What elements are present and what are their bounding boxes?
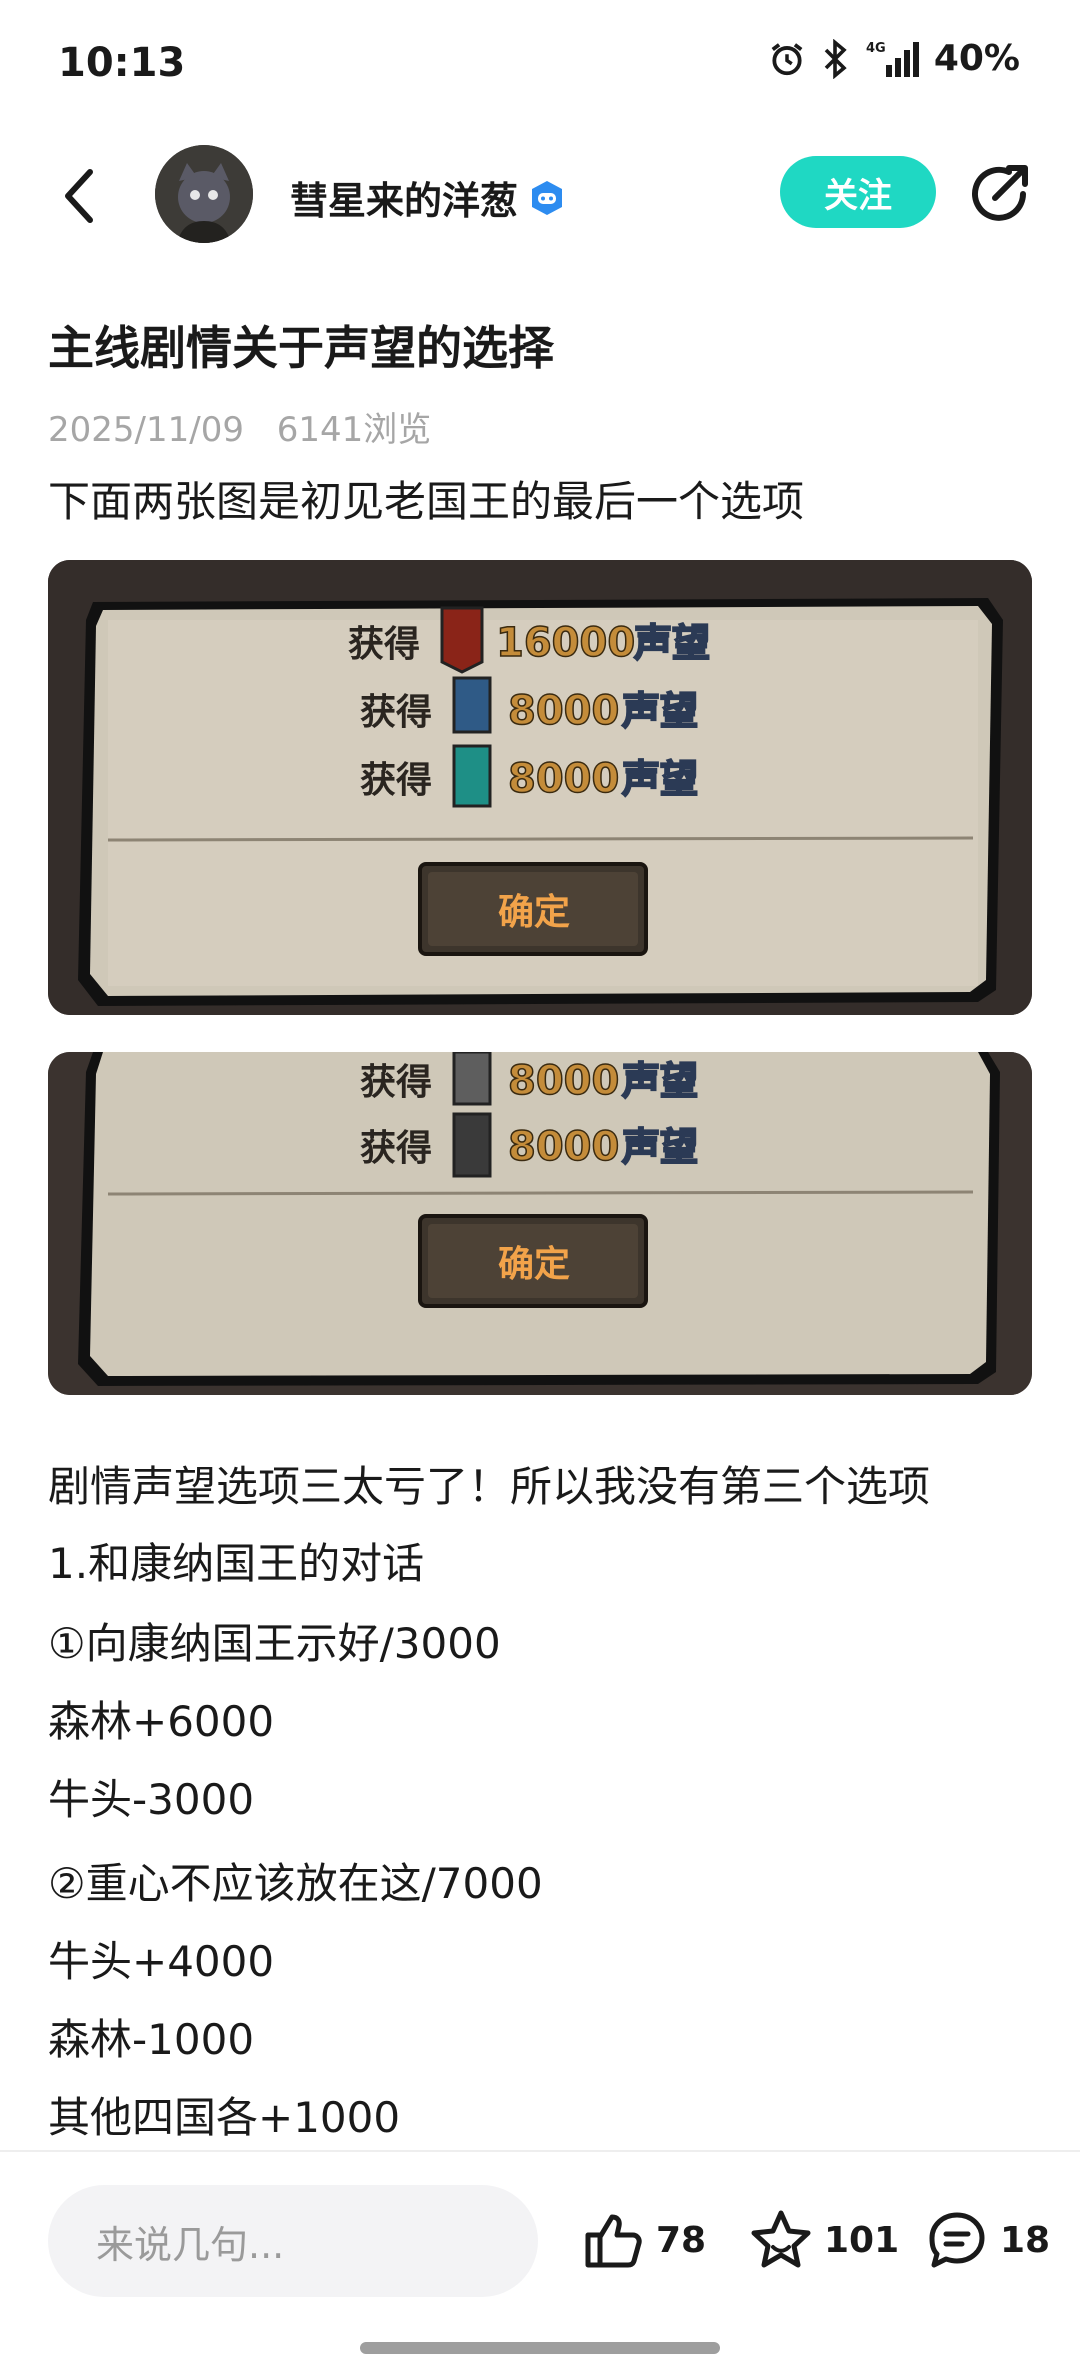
post-paragraph: 其他四国各+1000 bbox=[48, 2093, 401, 2142]
faction-banner-icon bbox=[452, 1052, 492, 1106]
chevron-left-icon bbox=[65, 169, 93, 223]
share-button[interactable] bbox=[965, 158, 1035, 228]
favorite-button[interactable]: 101 bbox=[748, 2207, 899, 2273]
post-image-2[interactable]: 获得 8000 声望 获得 8000 声望 确定 bbox=[48, 1052, 1032, 1395]
bluetooth-icon bbox=[824, 38, 847, 79]
confirm-button-label: 确定 bbox=[498, 1244, 570, 1285]
post-title: 主线剧情关于声望的选择 bbox=[48, 321, 554, 375]
confirm-button-label: 确定 bbox=[498, 892, 570, 933]
svg-text:4G: 4G bbox=[866, 41, 886, 56]
confirm-button[interactable]: 确定 bbox=[418, 862, 648, 956]
post-paragraph: 牛头+4000 bbox=[48, 1937, 275, 1986]
reward-value: 8000 bbox=[508, 1124, 619, 1170]
faction-banner-icon bbox=[452, 1112, 492, 1178]
like-button[interactable]: 78 bbox=[580, 2207, 706, 2273]
author-name[interactable]: 彗星来的洋葱 bbox=[290, 170, 566, 225]
post-paragraph: ②重心不应该放在这/7000 bbox=[48, 1859, 543, 1908]
reward-label: 获得 bbox=[360, 692, 432, 733]
share-icon bbox=[972, 165, 1028, 221]
faction-banner-icon bbox=[452, 744, 492, 808]
reward-unit: 声望 bbox=[622, 689, 698, 733]
reward-label: 获得 bbox=[348, 624, 420, 665]
alarm-icon bbox=[771, 42, 803, 75]
post-paragraph: ①向康纳国王示好/3000 bbox=[48, 1619, 501, 1668]
post-meta: 2025/11/09 6141浏览 bbox=[48, 402, 453, 451]
post-views: 6141浏览 bbox=[276, 410, 432, 450]
comment-bubble-icon bbox=[929, 2212, 985, 2268]
author-avatar[interactable] bbox=[155, 145, 253, 243]
comment-count: 18 bbox=[1000, 2219, 1051, 2261]
reward-unit: 声望 bbox=[622, 1059, 698, 1103]
reward-value: 8000 bbox=[508, 1058, 619, 1104]
post-paragraph: 森林-1000 bbox=[48, 2015, 255, 2064]
reward-unit: 声望 bbox=[622, 757, 698, 801]
reward-unit: 声望 bbox=[634, 621, 710, 665]
home-indicator[interactable] bbox=[360, 2342, 720, 2354]
follow-button[interactable]: 关注 bbox=[780, 156, 936, 228]
favorite-count: 101 bbox=[824, 2219, 900, 2261]
confirm-button[interactable]: 确定 bbox=[418, 1214, 648, 1308]
battery-percentage: 40% bbox=[933, 38, 1020, 79]
thumbs-up-icon bbox=[585, 2214, 642, 2268]
comment-input[interactable]: 来说几句... bbox=[48, 2185, 538, 2297]
like-count: 78 bbox=[656, 2219, 707, 2261]
reward-label: 获得 bbox=[360, 760, 432, 801]
star-icon bbox=[751, 2210, 811, 2268]
comments-button[interactable]: 18 bbox=[924, 2207, 1050, 2273]
verified-badge-icon bbox=[532, 180, 563, 215]
post-paragraph: 牛头-3000 bbox=[48, 1775, 255, 1824]
status-bar: 10:13 4G 40% bbox=[0, 0, 1080, 130]
post-paragraph: 1.和康纳国王的对话 bbox=[48, 1539, 425, 1588]
author-name-text: 彗星来的洋葱 bbox=[290, 179, 519, 223]
post-date: 2025/11/09 bbox=[48, 410, 244, 450]
status-icons: 4G 40% bbox=[768, 38, 1020, 79]
post-header: 彗星来的洋葱 关注 bbox=[0, 140, 1080, 250]
reward-value: 8000 bbox=[508, 688, 619, 734]
status-time: 10:13 bbox=[58, 40, 186, 86]
reward-value: 8000 bbox=[508, 756, 619, 802]
reward-value: 16000 bbox=[496, 620, 635, 666]
signal-icon: 4G bbox=[866, 41, 919, 77]
reward-unit: 声望 bbox=[622, 1125, 698, 1169]
faction-banner-icon bbox=[440, 606, 484, 674]
back-button[interactable] bbox=[50, 160, 110, 230]
post-image-1[interactable]: 获得 16000 声望 获得 8000 声望 获得 8000 声望 确定 bbox=[48, 560, 1032, 1015]
post-intro: 下面两张图是初见老国王的最后一个选项 bbox=[48, 477, 805, 526]
post-paragraph: 剧情声望选项三太亏了！所以我没有第三个选项 bbox=[48, 1462, 931, 1511]
reward-label: 获得 bbox=[360, 1128, 432, 1169]
post-paragraph: 森林+6000 bbox=[48, 1697, 275, 1746]
reward-label: 获得 bbox=[360, 1062, 432, 1103]
faction-banner-icon bbox=[452, 676, 492, 734]
